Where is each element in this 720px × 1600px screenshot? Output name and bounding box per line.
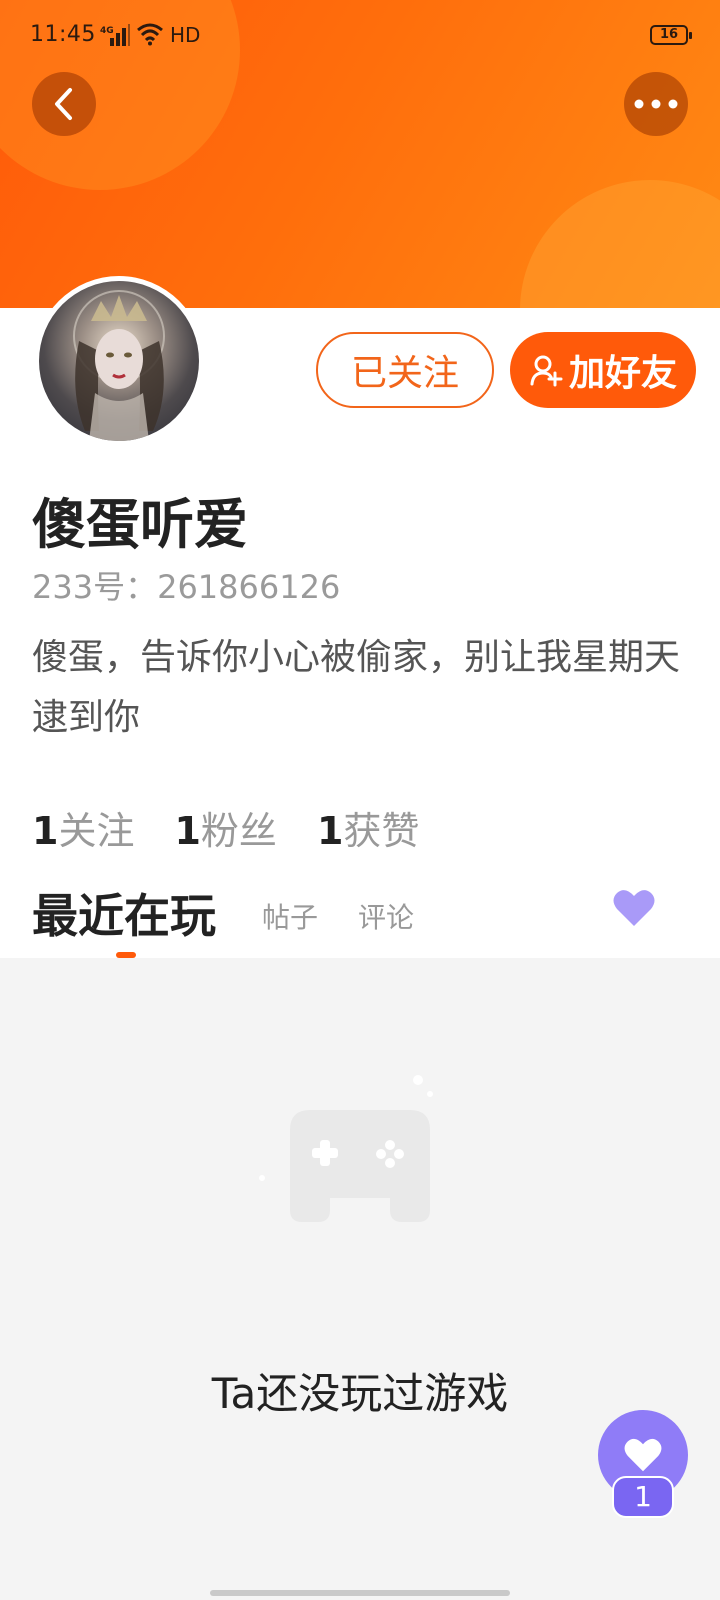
stat-fans[interactable]: 1粉丝 bbox=[174, 800, 276, 855]
more-options-button[interactable] bbox=[624, 72, 688, 136]
heart-icon bbox=[624, 1438, 662, 1472]
tab-comments[interactable]: 评论 bbox=[358, 896, 414, 936]
heart-icon[interactable] bbox=[612, 888, 656, 928]
user-id[interactable]: 233号：261866126 bbox=[32, 562, 340, 608]
battery-icon: 16 bbox=[650, 25, 692, 45]
cellular-signal-icon: 4G bbox=[100, 24, 130, 46]
empty-state-text: Ta还没玩过游戏 bbox=[211, 1369, 509, 1418]
user-bio: 傻蛋，告诉你小心被偷家，别让我星期天逮到你 bbox=[32, 637, 681, 738]
network-type: 4G bbox=[100, 26, 114, 36]
tab-posts[interactable]: 帖子 bbox=[262, 896, 318, 936]
stat-following[interactable]: 1关注 bbox=[32, 800, 134, 855]
avatar[interactable] bbox=[34, 276, 204, 446]
battery-level: 16 bbox=[659, 27, 679, 42]
stat-count: 1 bbox=[316, 809, 344, 853]
tab-recently-played[interactable]: 最近在玩 bbox=[32, 880, 216, 946]
username: 傻蛋听爱 bbox=[32, 493, 248, 556]
avatar-portrait-icon bbox=[73, 290, 165, 441]
status-bar: 11:45 4G HD 16 bbox=[0, 0, 720, 70]
stat-count: 1 bbox=[32, 809, 59, 853]
profile-tabs: 最近在玩 帖子 评论 bbox=[32, 880, 692, 960]
hd-indicator: HD bbox=[170, 23, 201, 47]
stat-likes[interactable]: 1获赞 bbox=[317, 800, 419, 855]
status-time: 11:45 bbox=[30, 22, 96, 47]
avatar-image bbox=[39, 281, 199, 441]
wifi-icon bbox=[137, 23, 163, 46]
stat-label: 关注 bbox=[58, 809, 135, 853]
stat-count: 1 bbox=[174, 809, 201, 853]
followed-button[interactable]: 已关注 bbox=[316, 332, 494, 408]
banner-decoration bbox=[520, 180, 720, 308]
more-dots-icon bbox=[634, 99, 678, 109]
stat-label: 获赞 bbox=[343, 809, 420, 853]
profile-stats: 1关注 1粉丝 1获赞 bbox=[32, 800, 419, 855]
like-count-badge: 1 bbox=[612, 1476, 674, 1518]
add-user-icon bbox=[530, 355, 563, 387]
gamepad-icon bbox=[259, 1075, 433, 1222]
add-friend-label: 加好友 bbox=[568, 353, 677, 394]
home-indicator[interactable] bbox=[210, 1590, 510, 1596]
back-button[interactable] bbox=[32, 72, 96, 136]
chevron-left-icon bbox=[55, 88, 72, 120]
add-friend-button[interactable]: 加好友 bbox=[510, 332, 696, 408]
stat-label: 粉丝 bbox=[200, 809, 277, 853]
followed-label: 已关注 bbox=[350, 353, 459, 394]
